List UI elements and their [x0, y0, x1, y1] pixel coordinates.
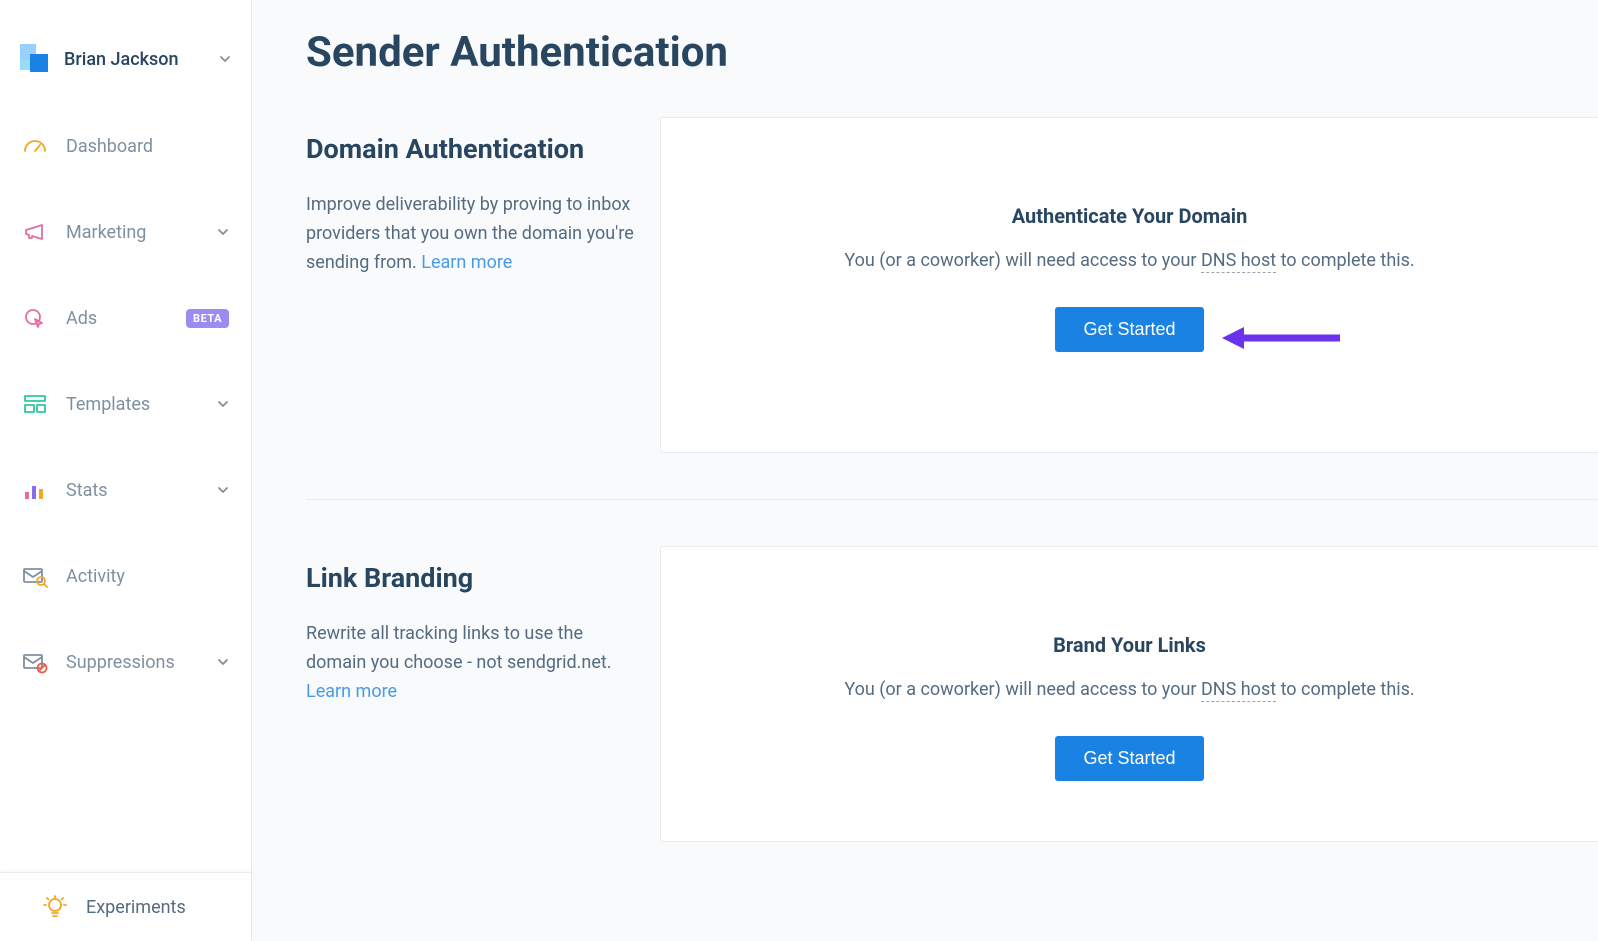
section-domain-authentication: Domain Authentication Improve deliverabi… — [252, 117, 1598, 453]
lightbulb-icon — [42, 895, 68, 919]
chevron-down-icon — [217, 398, 229, 410]
learn-more-link[interactable]: Learn more — [306, 681, 397, 702]
main-content: Sender Authentication Domain Authenticat… — [252, 0, 1598, 941]
section-divider — [306, 499, 1598, 500]
get-started-button[interactable]: Get Started — [1055, 307, 1203, 352]
section-description: Rewrite all tracking links to use the do… — [306, 620, 636, 706]
nav-label: Marketing — [66, 222, 199, 243]
nav-item-dashboard[interactable]: Dashboard — [0, 124, 251, 168]
card-heading: Brand Your Links — [701, 633, 1558, 657]
card-subtext-after: to complete this. — [1276, 250, 1415, 271]
card-subtext-after: to complete this. — [1276, 679, 1415, 700]
chevron-down-icon — [219, 53, 231, 65]
card-subtext: You (or a coworker) will need access to … — [701, 250, 1558, 271]
card-brand-links: Brand Your Links You (or a coworker) wil… — [660, 546, 1598, 842]
gauge-icon — [22, 134, 48, 158]
user-name: Brian Jackson — [64, 49, 205, 70]
card-subtext-before: You (or a coworker) will need access to … — [844, 250, 1201, 271]
card-heading: Authenticate Your Domain — [701, 204, 1558, 228]
section-description: Improve deliverability by proving to inb… — [306, 191, 636, 277]
envelope-search-icon — [22, 564, 48, 588]
card-subtext: You (or a coworker) will need access to … — [701, 679, 1558, 700]
get-started-button[interactable]: Get Started — [1055, 736, 1203, 781]
primary-nav: Dashboard Marketing Ads BETA — [0, 104, 251, 872]
nav-item-ads[interactable]: Ads BETA — [0, 296, 251, 340]
nav-item-marketing[interactable]: Marketing — [0, 210, 251, 254]
nav-item-suppressions[interactable]: Suppressions — [0, 640, 251, 684]
learn-more-link[interactable]: Learn more — [421, 252, 512, 273]
chevron-down-icon — [217, 484, 229, 496]
page-title: Sender Authentication — [252, 28, 1598, 77]
nav-item-stats[interactable]: Stats — [0, 468, 251, 512]
nav-item-activity[interactable]: Activity — [0, 554, 251, 598]
annotation-arrow-icon — [1222, 324, 1342, 352]
app-logo-icon — [20, 44, 50, 74]
cursor-click-icon — [22, 306, 48, 330]
chevron-down-icon — [217, 226, 229, 238]
nav-label: Suppressions — [66, 652, 199, 673]
section-link-branding: Link Branding Rewrite all tracking links… — [252, 546, 1598, 842]
sidebar-footer: Experiments — [0, 872, 251, 941]
nav-item-templates[interactable]: Templates — [0, 382, 251, 426]
nav-label: Experiments — [86, 897, 229, 918]
card-authenticate-domain: Authenticate Your Domain You (or a cowor… — [660, 117, 1598, 453]
section-title: Domain Authentication — [306, 133, 636, 165]
nav-label: Templates — [66, 394, 199, 415]
account-switcher[interactable]: Brian Jackson — [0, 0, 251, 104]
nav-label: Dashboard — [66, 136, 229, 157]
dns-host-term[interactable]: DNS host — [1201, 250, 1276, 273]
layout-icon — [22, 392, 48, 416]
nav-item-experiments[interactable]: Experiments — [0, 873, 251, 941]
nav-label: Activity — [66, 566, 229, 587]
chevron-down-icon — [217, 656, 229, 668]
beta-badge: BETA — [186, 309, 229, 328]
bar-chart-icon — [22, 478, 48, 502]
megaphone-icon — [22, 220, 48, 244]
nav-label: Stats — [66, 480, 199, 501]
section-title: Link Branding — [306, 562, 636, 594]
card-subtext-before: You (or a coworker) will need access to … — [844, 679, 1201, 700]
nav-label: Ads — [66, 308, 168, 329]
dns-host-term[interactable]: DNS host — [1201, 679, 1276, 702]
envelope-blocked-icon — [22, 650, 48, 674]
section-description-text: Rewrite all tracking links to use the do… — [306, 623, 612, 673]
sidebar: Brian Jackson Dashboard Marketing — [0, 0, 252, 941]
